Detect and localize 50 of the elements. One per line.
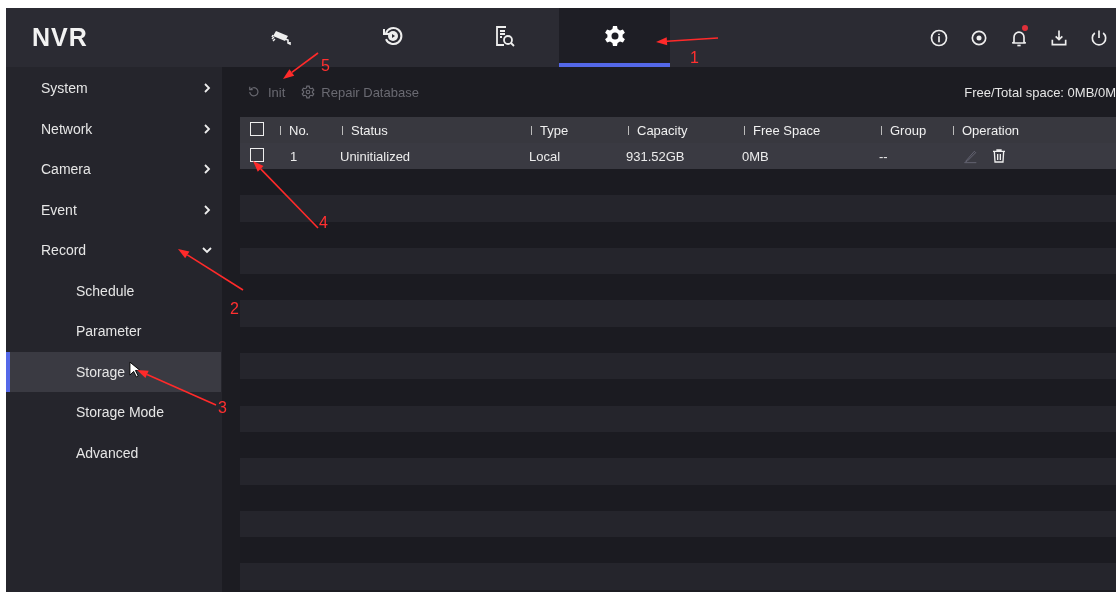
refresh-icon (248, 85, 262, 99)
submenu-item[interactable]: Parameter (6, 311, 221, 352)
chevron-right-icon (202, 164, 212, 175)
trash-icon (991, 148, 1007, 164)
table-cell: Local (529, 149, 561, 164)
chevron-down-icon (202, 245, 212, 256)
row-checkbox[interactable] (250, 148, 264, 162)
menu-item[interactable]: Camera (6, 149, 222, 190)
menu-item[interactable]: System (6, 68, 222, 109)
table-cell: -- (879, 149, 888, 164)
annotation-number: 2 (230, 300, 239, 317)
column-header: Group (890, 122, 927, 138)
column-header: Free Space (753, 122, 821, 138)
space-summary: Free/Total space: 0MB/0M (964, 84, 1116, 100)
settings-icon (602, 23, 627, 48)
chevron-right-icon (202, 83, 212, 94)
chevron-right-icon (202, 204, 212, 215)
mouse-pointer-icon (129, 360, 141, 379)
submenu-item[interactable]: Advanced (6, 432, 221, 473)
annotation-arrow (283, 52, 319, 79)
menu-item[interactable]: Network (6, 108, 222, 149)
select-all-checkbox[interactable] (250, 122, 264, 136)
annotation-arrow (656, 37, 719, 46)
annotation-number: 1 (690, 49, 699, 66)
table-row[interactable]: 1 Uninitialized Local 931.52GB 0MB -- (240, 143, 1116, 169)
table-cell: 931.52GB (626, 149, 685, 164)
table-cell-text: 1 (289, 149, 298, 164)
annotation-number: 5 (321, 57, 330, 74)
annotation-number: 3 (218, 399, 227, 416)
delete-button[interactable] (991, 148, 1007, 164)
chevron-right-icon (202, 123, 212, 134)
annotation-arrow (178, 249, 244, 291)
logo-text: NVR (31, 23, 89, 52)
pencil-icon (963, 148, 979, 164)
column-header: Capacity (637, 122, 688, 138)
table-cell: 0MB (742, 149, 769, 164)
table-cell: Uninitialized (340, 149, 411, 164)
column-header: Status (351, 122, 388, 138)
menu-item[interactable]: Record (6, 230, 222, 271)
column-header: No. (289, 122, 310, 138)
submenu-item[interactable]: Storage (6, 351, 221, 392)
column-header: Operation (962, 122, 1020, 138)
menu-item[interactable]: Event (6, 189, 222, 230)
info-icon (929, 27, 949, 48)
nav-tab[interactable] (559, 8, 670, 67)
annotation-number: 4 (319, 214, 328, 231)
gear-icon (301, 85, 316, 99)
annotation-arrow (253, 161, 319, 229)
column-header: Type (540, 122, 569, 138)
submenu-item[interactable]: Schedule (6, 270, 221, 311)
